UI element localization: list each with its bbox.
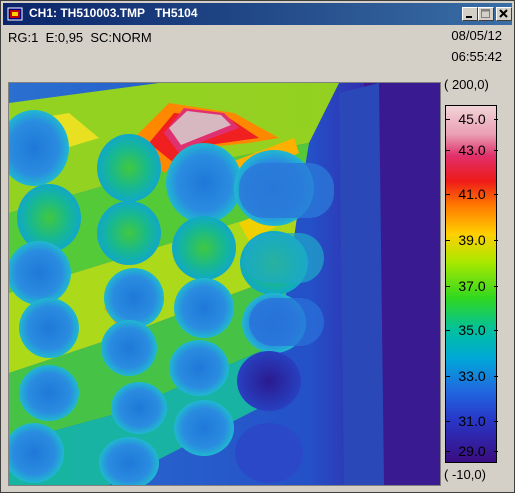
scale-tick: 41.0 bbox=[446, 186, 498, 202]
temperature-colorbar: 45.0 43.0 41.0 39.0 37.0 35.0 33.0 31.0 … bbox=[445, 105, 498, 463]
scale-tick: 39.0 bbox=[446, 232, 498, 248]
minimize-icon bbox=[466, 16, 472, 18]
scale-tick: 29.0 bbox=[446, 443, 498, 459]
scale-tick: 37.0 bbox=[446, 278, 498, 294]
title-bar[interactable]: CH1: TH510003.TMP TH5104 bbox=[3, 3, 512, 25]
app-icon bbox=[7, 6, 23, 22]
close-icon bbox=[499, 9, 508, 18]
scale-tick: 45.0 bbox=[446, 111, 498, 127]
scale-tick: 33.0 bbox=[446, 368, 498, 384]
maximize-icon bbox=[481, 9, 490, 18]
maximize-button[interactable] bbox=[478, 7, 494, 21]
window-title: CH1: TH510003.TMP TH5104 bbox=[29, 6, 198, 20]
close-button[interactable] bbox=[496, 7, 512, 21]
capture-date: 08/05/12 bbox=[451, 28, 502, 43]
scale-tick: 43.0 bbox=[446, 142, 498, 158]
scale-tick: 35.0 bbox=[446, 322, 498, 338]
thermal-image-canvas bbox=[9, 83, 440, 485]
thermal-viewer-window: CH1: TH510003.TMP TH5104 RG:1 E:0,95 SC:… bbox=[0, 0, 515, 493]
scale-tick: 31.0 bbox=[446, 413, 498, 429]
minimize-button[interactable] bbox=[462, 7, 478, 21]
capture-time: 06:55:42 bbox=[451, 49, 502, 64]
scale-max-label: ( 200,0) bbox=[444, 77, 489, 92]
scale-min-label: ( -10,0) bbox=[444, 467, 486, 482]
measurement-settings: RG:1 E:0,95 SC:NORM bbox=[8, 30, 152, 45]
thermal-image[interactable] bbox=[8, 82, 441, 486]
